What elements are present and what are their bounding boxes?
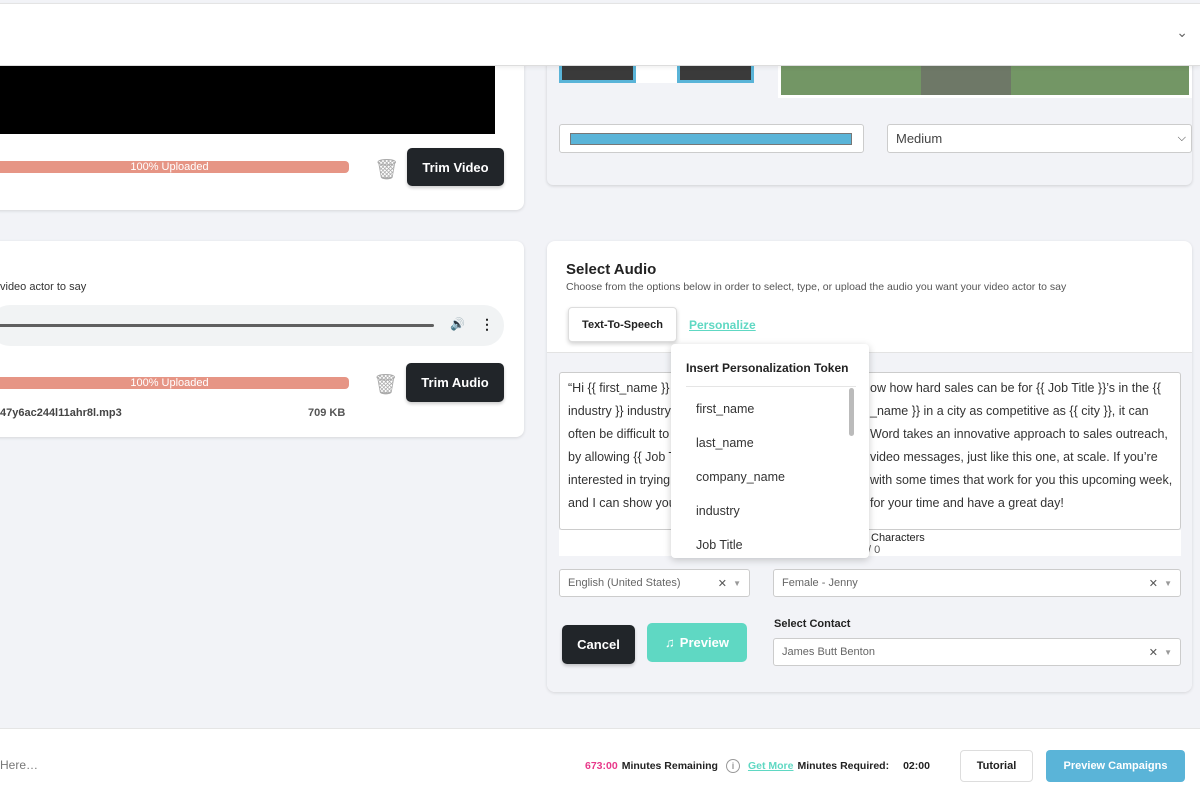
tutorial-button[interactable]: Tutorial <box>960 750 1033 782</box>
minutes-required-label: Minutes Required: <box>797 760 890 772</box>
select-audio-card: Select Audio Choose from the options bel… <box>547 241 1192 692</box>
character-counter: Characters / 0 <box>559 530 1181 556</box>
clear-icon[interactable]: ✕ <box>1149 646 1158 659</box>
preview-campaigns-button[interactable]: Preview Campaigns <box>1046 750 1185 782</box>
voice-value: Female - Jenny <box>782 577 858 589</box>
script-line: interested in trying <box>568 473 671 487</box>
script-line: with some times that work for you this u… <box>870 473 1173 487</box>
slider-fill <box>570 133 852 145</box>
avatar-thumbnail[interactable] <box>677 65 754 83</box>
voice-select[interactable]: Female - Jenny ✕ ▼ <box>773 569 1181 597</box>
script-line: “Hi {{ first_name }} <box>568 381 670 395</box>
clear-icon[interactable]: ✕ <box>1149 577 1158 590</box>
divider <box>636 65 678 83</box>
audio-player[interactable]: 🔊 ⋮ <box>0 305 504 346</box>
audio-upload-card: video actor to say 🔊 ⋮ 100% Uploaded 🗑 T… <box>0 241 524 437</box>
script-line: _name }} in a city as competitive as {{ … <box>870 404 1149 418</box>
minutes-required-value: 02:00 <box>903 760 930 772</box>
tab-personalize[interactable]: Personalize <box>689 318 756 332</box>
audio-upload-progress: 100% Uploaded <box>0 377 349 389</box>
minutes-info: 673:00 Minutes Remaining i Get More Minu… <box>585 759 930 773</box>
script-textarea[interactable]: “Hi {{ first_name }} industry }} industr… <box>559 372 1181 530</box>
trash-icon[interactable]: 🗑 <box>373 372 398 397</box>
contact-value: James Butt Benton <box>782 646 875 658</box>
trim-audio-button[interactable]: Trim Audio <box>406 363 504 402</box>
top-collapsible-header[interactable]: ⌄ <box>0 3 1200 66</box>
info-icon[interactable]: i <box>725 759 740 773</box>
scrollbar[interactable] <box>849 388 854 436</box>
token-item[interactable]: last_name <box>696 436 754 450</box>
script-line: by allowing {{ Job T <box>568 450 677 464</box>
chevron-down-icon[interactable]: ⌄ <box>1176 24 1188 41</box>
cancel-button[interactable]: Cancel <box>562 625 635 664</box>
caret-down-icon: ▼ <box>733 578 741 588</box>
script-line: Word takes an innovative approach to sal… <box>870 427 1168 441</box>
minutes-remaining-value: 673:00 <box>585 760 618 772</box>
contact-select[interactable]: James Butt Benton ✕ ▼ <box>773 638 1181 666</box>
video-upload-progress: 100% Uploaded <box>0 161 349 173</box>
characters-count: / 0 <box>868 544 881 556</box>
select-contact-label: Select Contact <box>774 618 851 630</box>
avatar-preview-frame <box>778 65 1192 98</box>
caret-down-icon: ▼ <box>1164 647 1172 657</box>
quality-select[interactable]: Medium ⌵ <box>887 124 1192 153</box>
trash-icon[interactable]: 🗑 <box>374 157 399 182</box>
personalization-token-menu: Insert Personalization Token first_name … <box>671 344 869 558</box>
preview-button[interactable]: ♫ Preview <box>647 623 747 662</box>
token-item[interactable]: company_name <box>696 470 785 484</box>
menu-title: Insert Personalization Token <box>686 361 849 375</box>
token-item[interactable]: first_name <box>696 402 754 416</box>
characters-label: Characters <box>871 532 925 544</box>
divider <box>686 386 856 387</box>
script-line: video messages, just like this one, at s… <box>870 450 1158 464</box>
quality-select-value: Medium <box>896 131 943 146</box>
script-line: and I can show you <box>568 496 676 510</box>
campaign-name-input[interactable]: Here… <box>0 758 38 772</box>
token-item[interactable]: Job Title <box>696 538 743 552</box>
preview-label: Preview <box>679 635 729 650</box>
video-player[interactable] <box>0 66 495 134</box>
clear-icon[interactable]: ✕ <box>718 577 727 590</box>
audio-filesize: 709 KB <box>308 407 346 419</box>
minutes-remaining-label: Minutes Remaining <box>621 760 718 772</box>
script-line: industry }} industry <box>568 404 671 418</box>
section-title: Select Audio <box>566 261 657 278</box>
avatar-thumbnail[interactable] <box>559 65 636 83</box>
volume-icon[interactable]: 🔊 <box>450 317 465 331</box>
language-value: English (United States) <box>568 577 681 589</box>
token-list: first_name last_name company_name indust… <box>671 388 869 558</box>
audio-seek-bar[interactable] <box>0 324 434 327</box>
chevron-down-icon: ⌵ <box>1177 132 1186 144</box>
get-more-link[interactable]: Get More <box>748 760 794 772</box>
section-subtitle: Choose from the options below in order t… <box>566 281 1067 293</box>
token-item[interactable]: industry <box>696 504 740 518</box>
language-select[interactable]: English (United States) ✕ ▼ <box>559 569 750 597</box>
audio-subtitle: video actor to say <box>0 281 87 293</box>
footer-bar: Here… 673:00 Minutes Remaining i Get Mor… <box>0 728 1200 800</box>
audio-filename: 47y6ac244l11ahr8l.mp3 <box>0 407 122 419</box>
script-line: for your time and have a great day! <box>870 496 1064 510</box>
size-slider[interactable] <box>559 124 864 153</box>
script-line: often be difficult to <box>568 427 670 441</box>
tab-text-to-speech[interactable]: Text-To-Speech <box>568 307 677 342</box>
more-options-icon[interactable]: ⋮ <box>480 316 494 333</box>
trim-video-button[interactable]: Trim Video <box>407 148 504 186</box>
music-note-icon: ♫ <box>665 635 675 650</box>
script-line: ow how hard sales can be for {{ Job Titl… <box>870 381 1161 395</box>
caret-down-icon: ▼ <box>1164 578 1172 588</box>
avatar-preview-image <box>781 65 1189 95</box>
